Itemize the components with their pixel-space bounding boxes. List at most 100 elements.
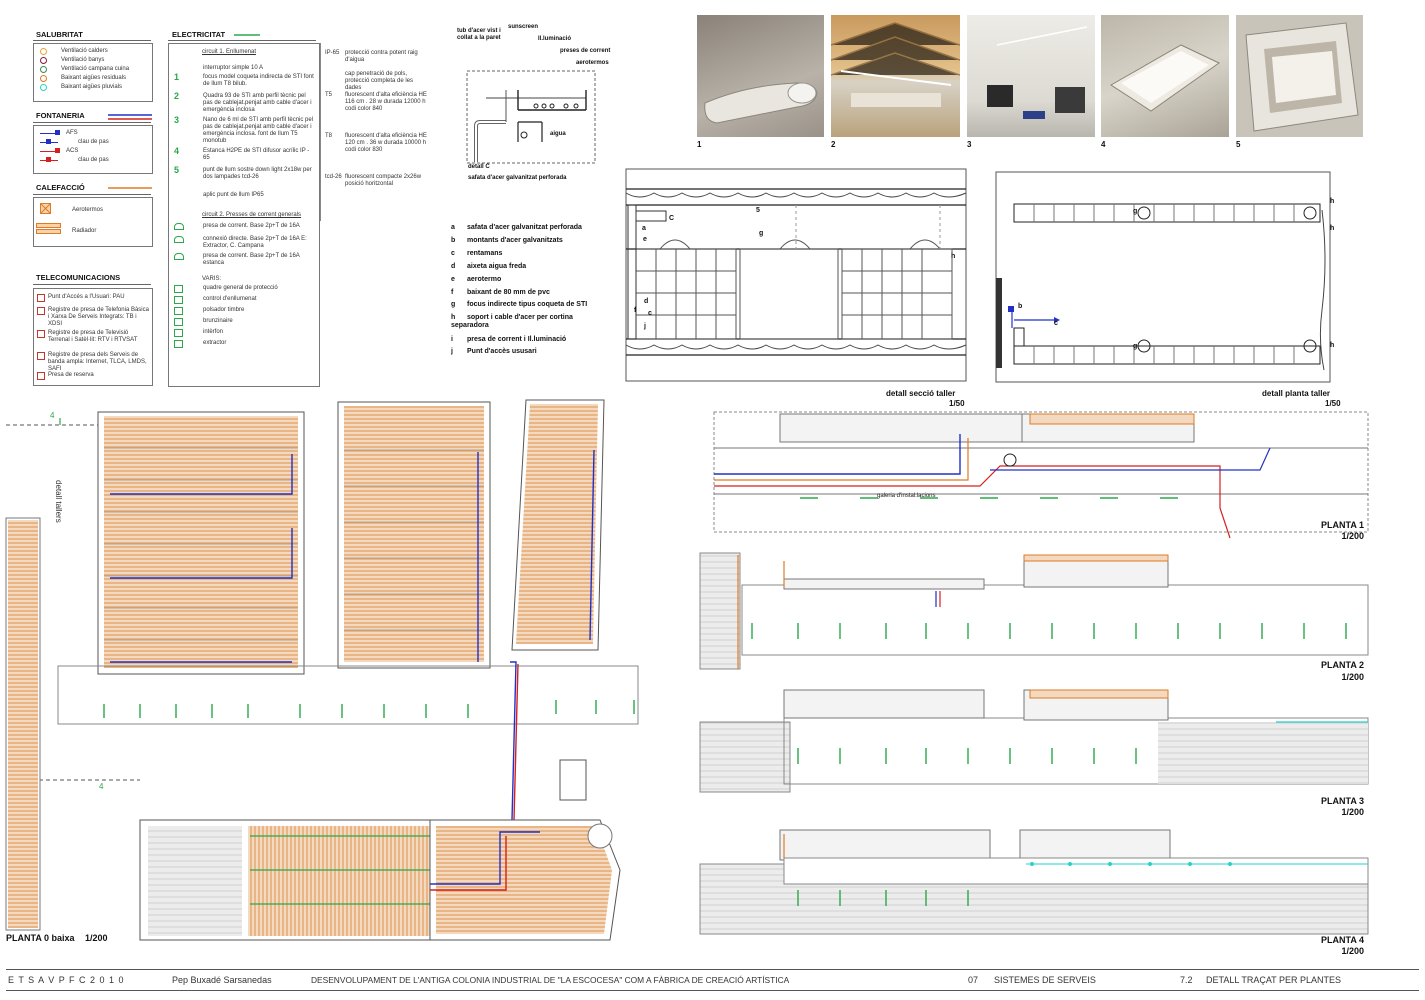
salubritat-row: Baixant aigües residuals bbox=[40, 75, 126, 82]
key-row: a safata d'acer galvanitzat perforada bbox=[451, 224, 601, 232]
elec-socket-label: presa de corrent. Base 2p+T de 16A estan… bbox=[203, 253, 300, 266]
circuit2-label: circuit 2. Presses de corrent generals bbox=[202, 212, 302, 218]
detailc-subtitle: safata d'acer galvanitzat perforada bbox=[468, 175, 567, 181]
detailc-illum-label: Il.luminació bbox=[538, 36, 572, 42]
fontaneria-label: clau de pas bbox=[78, 157, 109, 163]
calefaccio-title: CALEFACCIÓ bbox=[36, 183, 85, 192]
spec-code: T5 bbox=[325, 92, 333, 98]
planta-scale: 1/50 bbox=[1325, 399, 1341, 408]
spec-code: IP-65 bbox=[325, 50, 340, 56]
footer-school: E T S A V P F C 2 0 1 0 bbox=[8, 975, 125, 985]
seccio-scale: 1/50 bbox=[949, 399, 965, 408]
photo-1 bbox=[697, 15, 824, 137]
seccio-label-h: h bbox=[951, 253, 956, 260]
salubritat-label: Ventilació campana cuina bbox=[61, 66, 130, 72]
key-letter: c bbox=[451, 250, 455, 257]
radiador-icon bbox=[36, 223, 61, 234]
key-letter: j bbox=[451, 348, 453, 355]
detailc-preses-label: preses de corrent bbox=[560, 48, 611, 54]
key-row: i presa de corrent i Il.luminació bbox=[451, 336, 601, 344]
seccio-label-a: a bbox=[642, 225, 646, 232]
detailc-aerotermos-label: aerotermos bbox=[576, 60, 609, 66]
planta0-title-text: PLANTA 0 baixa bbox=[6, 933, 75, 943]
planta4-scale: 1/200 bbox=[1341, 946, 1364, 956]
varis-label: quadre general de protecció bbox=[203, 285, 278, 291]
spec-text: fluorescent d'alta eficiència HE 116 cm … bbox=[345, 92, 427, 112]
planta-label-h1: h bbox=[1330, 198, 1335, 205]
photo-number: 4 bbox=[1101, 140, 1106, 149]
electricitat-line-icon bbox=[234, 34, 260, 36]
planta0-detall-label: detall tallers bbox=[54, 480, 63, 523]
key-row: h soport i cable d'acer per cortina separ… bbox=[451, 314, 601, 330]
salubritat-label: Baixant aigües pluvials bbox=[61, 84, 123, 90]
varis-symbol-icon bbox=[174, 318, 183, 326]
key-letter: e bbox=[451, 276, 455, 283]
photo-number: 1 bbox=[697, 140, 702, 149]
telecom-register-icon bbox=[37, 372, 45, 380]
key-row: j Punt d'accès ususari bbox=[451, 348, 601, 356]
varis-symbol-icon bbox=[174, 340, 183, 348]
telecom-register-icon bbox=[37, 307, 45, 315]
footer-sheet: 7.2 bbox=[1180, 975, 1193, 985]
elec-label: Quadra 93 de STI amb perfil tècnic pel p… bbox=[203, 93, 312, 113]
varis-label: intèrfon bbox=[203, 329, 224, 335]
photo-2 bbox=[831, 15, 960, 137]
key-text: rentamans bbox=[467, 250, 503, 257]
socket-icon bbox=[174, 236, 184, 243]
key-text: focus indirecte tipus coqueta de STI bbox=[467, 301, 588, 308]
fontaneria-label: ACS bbox=[66, 148, 79, 154]
planta0-scale: 1/200 bbox=[85, 933, 108, 943]
key-letter: d bbox=[451, 263, 456, 270]
telecom-label: Presa de reserva bbox=[48, 372, 94, 378]
key-row: e aerotermo bbox=[451, 276, 601, 284]
key-row: b montants d'acer galvanitzats bbox=[451, 237, 601, 245]
varis-label: control d'enllumenat bbox=[203, 296, 257, 302]
pipe-dot-icon bbox=[46, 157, 51, 162]
varis-label: extractor bbox=[203, 340, 227, 346]
planta-label-c: c bbox=[1054, 320, 1058, 327]
telecom-label: Registre de presa de Televisió Terrenal … bbox=[48, 330, 138, 343]
salubritat-rule bbox=[33, 40, 151, 41]
telecom-label: Punt d'Accés a l'Usuari: PAU bbox=[48, 294, 125, 300]
detailc-aigua-label: aigua bbox=[550, 131, 566, 137]
key-row: f baixant de 80 mm de pvc bbox=[451, 289, 601, 297]
elec-label: Estanca H2PE de STI difusor acrílic IP -… bbox=[203, 148, 310, 161]
planta3-title: PLANTA 3 bbox=[1320, 796, 1364, 806]
detailc-sunscreen-label: sunscreen bbox=[508, 24, 539, 30]
planta4-drawing bbox=[699, 829, 1369, 935]
key-letter: a bbox=[451, 224, 455, 231]
detailc-title: detall C bbox=[468, 164, 490, 170]
planta2-title: PLANTA 2 bbox=[1320, 660, 1364, 670]
footer-rule-top bbox=[6, 969, 1419, 970]
salubritat-label: Baixant aigües residuals bbox=[61, 75, 127, 81]
seccio-label-e: e bbox=[643, 236, 647, 243]
radiador-label: Radiador bbox=[72, 228, 97, 234]
elec-label: Nano de 6 ml de STI amb perfil tècnic pe… bbox=[203, 117, 314, 144]
planta3-drawing bbox=[699, 689, 1369, 793]
planta-label-g1: g bbox=[1133, 208, 1138, 215]
photo-number: 5 bbox=[1236, 140, 1241, 149]
planta2-scale: 1/200 bbox=[1341, 672, 1364, 682]
detailc-tub-label: tub d'acer vist i collat a la paret bbox=[457, 28, 501, 41]
elec-symbol-icon: 2 bbox=[174, 91, 180, 101]
footer-rule-bottom bbox=[6, 990, 1419, 991]
pipe-dot-icon bbox=[55, 130, 60, 135]
planta2-drawing bbox=[699, 552, 1369, 670]
elec-label: interruptor simple 10 A bbox=[203, 65, 264, 71]
specs-box bbox=[320, 43, 431, 221]
key-row: d aixeta aigua freda bbox=[451, 263, 601, 271]
varis-symbol-icon bbox=[174, 285, 183, 293]
planta4-title: PLANTA 4 bbox=[1320, 935, 1364, 945]
key-text: soport i cable d'acer per cortina separa… bbox=[451, 314, 573, 329]
salubritat-row: Ventilació campana cuina bbox=[40, 66, 129, 73]
telecom-register-icon bbox=[37, 352, 45, 360]
photo-number: 2 bbox=[831, 140, 836, 149]
key-text: Punt d'accès ususari bbox=[467, 348, 537, 355]
telecom-label: Registre de presa dels Serveis de banda … bbox=[48, 352, 147, 372]
fontaneria-label: AFS bbox=[66, 130, 78, 136]
seccio-label-c: C bbox=[669, 215, 675, 222]
detall-planta-drawing bbox=[995, 171, 1331, 383]
footer-num: 07 bbox=[968, 975, 979, 985]
seccio-label-5: 5 bbox=[756, 207, 760, 214]
spec-text: cap penetració de pols, protecció comple… bbox=[345, 71, 414, 91]
